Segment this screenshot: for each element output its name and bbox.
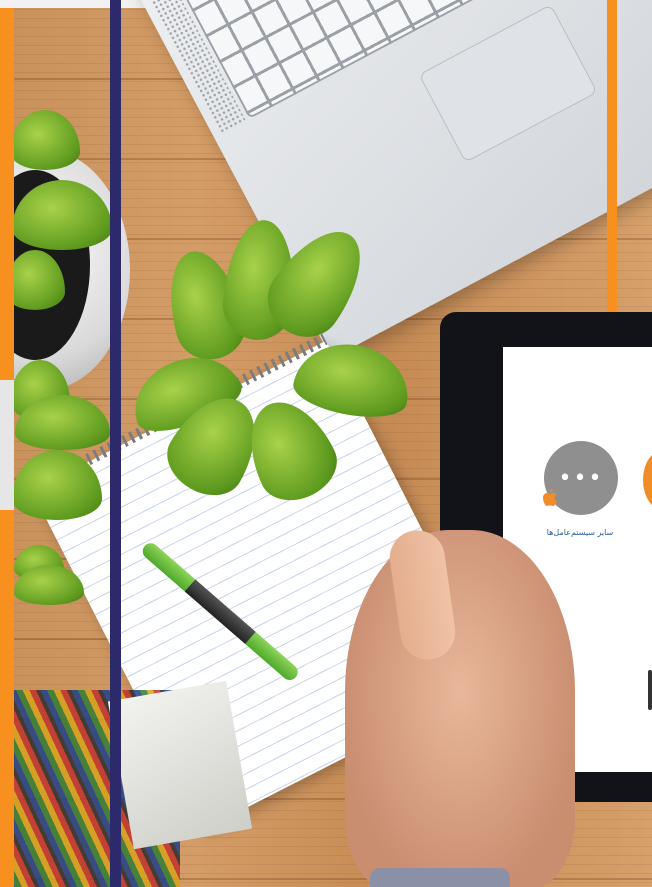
pencil-holder	[107, 680, 253, 850]
hand	[345, 530, 575, 887]
more-dots-glyph: •••	[558, 465, 604, 491]
tablet-edge	[648, 670, 652, 710]
apple-icon	[542, 489, 562, 509]
laptop-trackpad	[418, 4, 598, 163]
os-label: سایر سیستم‌عامل‌ها	[546, 528, 614, 537]
navy-stripe	[110, 0, 121, 887]
orange-stripe-right	[607, 0, 617, 312]
orange-stripe-left-top	[0, 8, 14, 380]
grey-gap	[0, 380, 14, 510]
sleeve	[370, 868, 510, 887]
orange-stripe-left-bottom	[0, 510, 14, 887]
hero-photo: ••• سایر سیستم‌عامل‌ها	[0, 0, 652, 887]
